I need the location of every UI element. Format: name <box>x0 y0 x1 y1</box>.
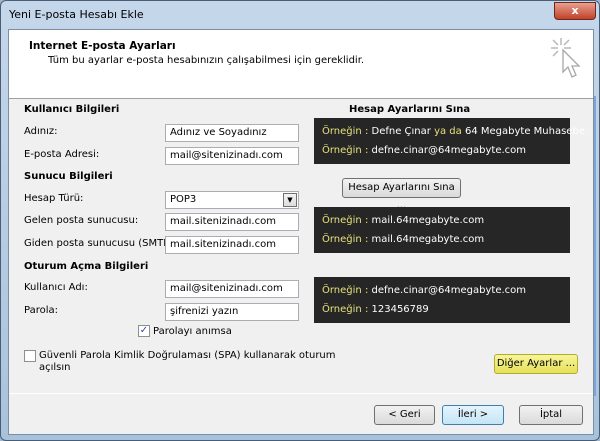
outgoing-server-label: Giden posta sunucusu (SMTP): <box>24 238 177 249</box>
more-settings-button[interactable]: Diğer Ayarlar ... <box>494 354 578 374</box>
incoming-server-label: Gelen posta sunucusu: <box>24 215 139 226</box>
cancel-button[interactable]: İptal <box>519 405 583 425</box>
hint-outgoing: mail.64megabyte.com <box>371 234 485 245</box>
account-type-select[interactable]: POP3 ▼ <box>165 191 299 209</box>
hint-username: defne.cinar@64megabyte.com <box>371 285 527 296</box>
hint-prefix: Örneğin : <box>322 215 369 226</box>
hint-company: 64 Megabyte Muhasebe <box>464 126 585 137</box>
window-title: Yeni E-posta Hesabı Ekle <box>9 8 144 21</box>
test-settings-button[interactable]: Hesap Ayarlarını Sına ... <box>342 178 461 211</box>
chevron-down-icon[interactable]: ▼ <box>283 193 297 207</box>
spa-label-line2: açılsın <box>39 362 71 373</box>
dialog-client: Internet E-posta Ayarları Tüm bu ayarlar… <box>8 29 594 435</box>
hint-prefix: Örneğin : <box>322 285 369 296</box>
username-label: Kullanıcı Adı: <box>24 282 88 293</box>
test-settings-heading: Hesap Ayarlarını Sına <box>349 104 471 115</box>
page-title: Internet E-posta Ayarları <box>29 40 176 52</box>
email-input[interactable]: mail@sitenizinadı.com <box>165 147 299 165</box>
header-panel: Internet E-posta Ayarları Tüm bu ayarlar… <box>9 30 593 99</box>
user-info-heading: Kullanıcı Bilgileri <box>24 104 120 115</box>
back-button[interactable]: < Geri <box>374 405 435 425</box>
hint-prefix: Örneğin : <box>322 145 369 156</box>
hint-incoming: mail.64megabyte.com <box>371 215 485 226</box>
next-button[interactable]: İleri > <box>442 405 504 425</box>
hint-box-logon: Örneğin : defne.cinar@64megabyte.com Örn… <box>314 277 570 323</box>
hint-prefix: Örneğin : <box>322 126 369 137</box>
password-input[interactable]: şifrenizi yazın <box>165 303 299 321</box>
name-input[interactable]: Adınız ve Soyadınız <box>165 124 299 142</box>
logon-info-heading: Oturum Açma Bilgileri <box>24 261 149 272</box>
hint-prefix: Örneğin : <box>322 234 369 245</box>
account-type-value: POP3 <box>170 194 197 205</box>
hint-email: defne.cinar@64megabyte.com <box>371 145 527 156</box>
hint-name: Defne Çınar <box>371 126 431 137</box>
outgoing-server-input[interactable]: mail.sitenizinadı.com <box>165 236 299 254</box>
page-subtitle: Tüm bu ayarlar e-posta hesabınızın çalış… <box>48 55 365 66</box>
dialog-window: Yeni E-posta Hesabı Ekle x Internet E-po… <box>0 0 600 441</box>
close-button[interactable]: x <box>554 2 596 20</box>
remember-password-checkbox[interactable]: ✓ <box>138 325 150 337</box>
hint-or: ya da <box>434 126 462 137</box>
hint-prefix: Örneğin : <box>322 304 369 315</box>
hint-box-user: Örneğin : Defne Çınar ya da 64 Megabyte … <box>314 118 585 164</box>
hint-box-server: Örneğin : mail.64megabyte.com Örneğin : … <box>314 207 570 253</box>
incoming-server-input[interactable]: mail.sitenizinadı.com <box>165 213 299 231</box>
footer-divider <box>9 393 593 394</box>
server-info-heading: Sunucu Bilgileri <box>24 171 113 182</box>
password-label: Parola: <box>24 305 58 316</box>
username-input[interactable]: mail@sitenizinadı.com <box>165 280 299 298</box>
email-label: E-posta Adresi: <box>24 149 100 160</box>
spa-label: Güvenli Parola Kimlik Doğrulaması (SPA) … <box>39 350 336 361</box>
remember-password-label: Parolayı anımsa <box>153 326 232 337</box>
hint-password: 123456789 <box>371 304 429 315</box>
name-label: Adınız: <box>24 126 58 137</box>
spa-checkbox[interactable] <box>24 350 36 362</box>
account-type-label: Hesap Türü: <box>24 193 84 204</box>
cursor-sparkle-icon <box>551 38 581 78</box>
